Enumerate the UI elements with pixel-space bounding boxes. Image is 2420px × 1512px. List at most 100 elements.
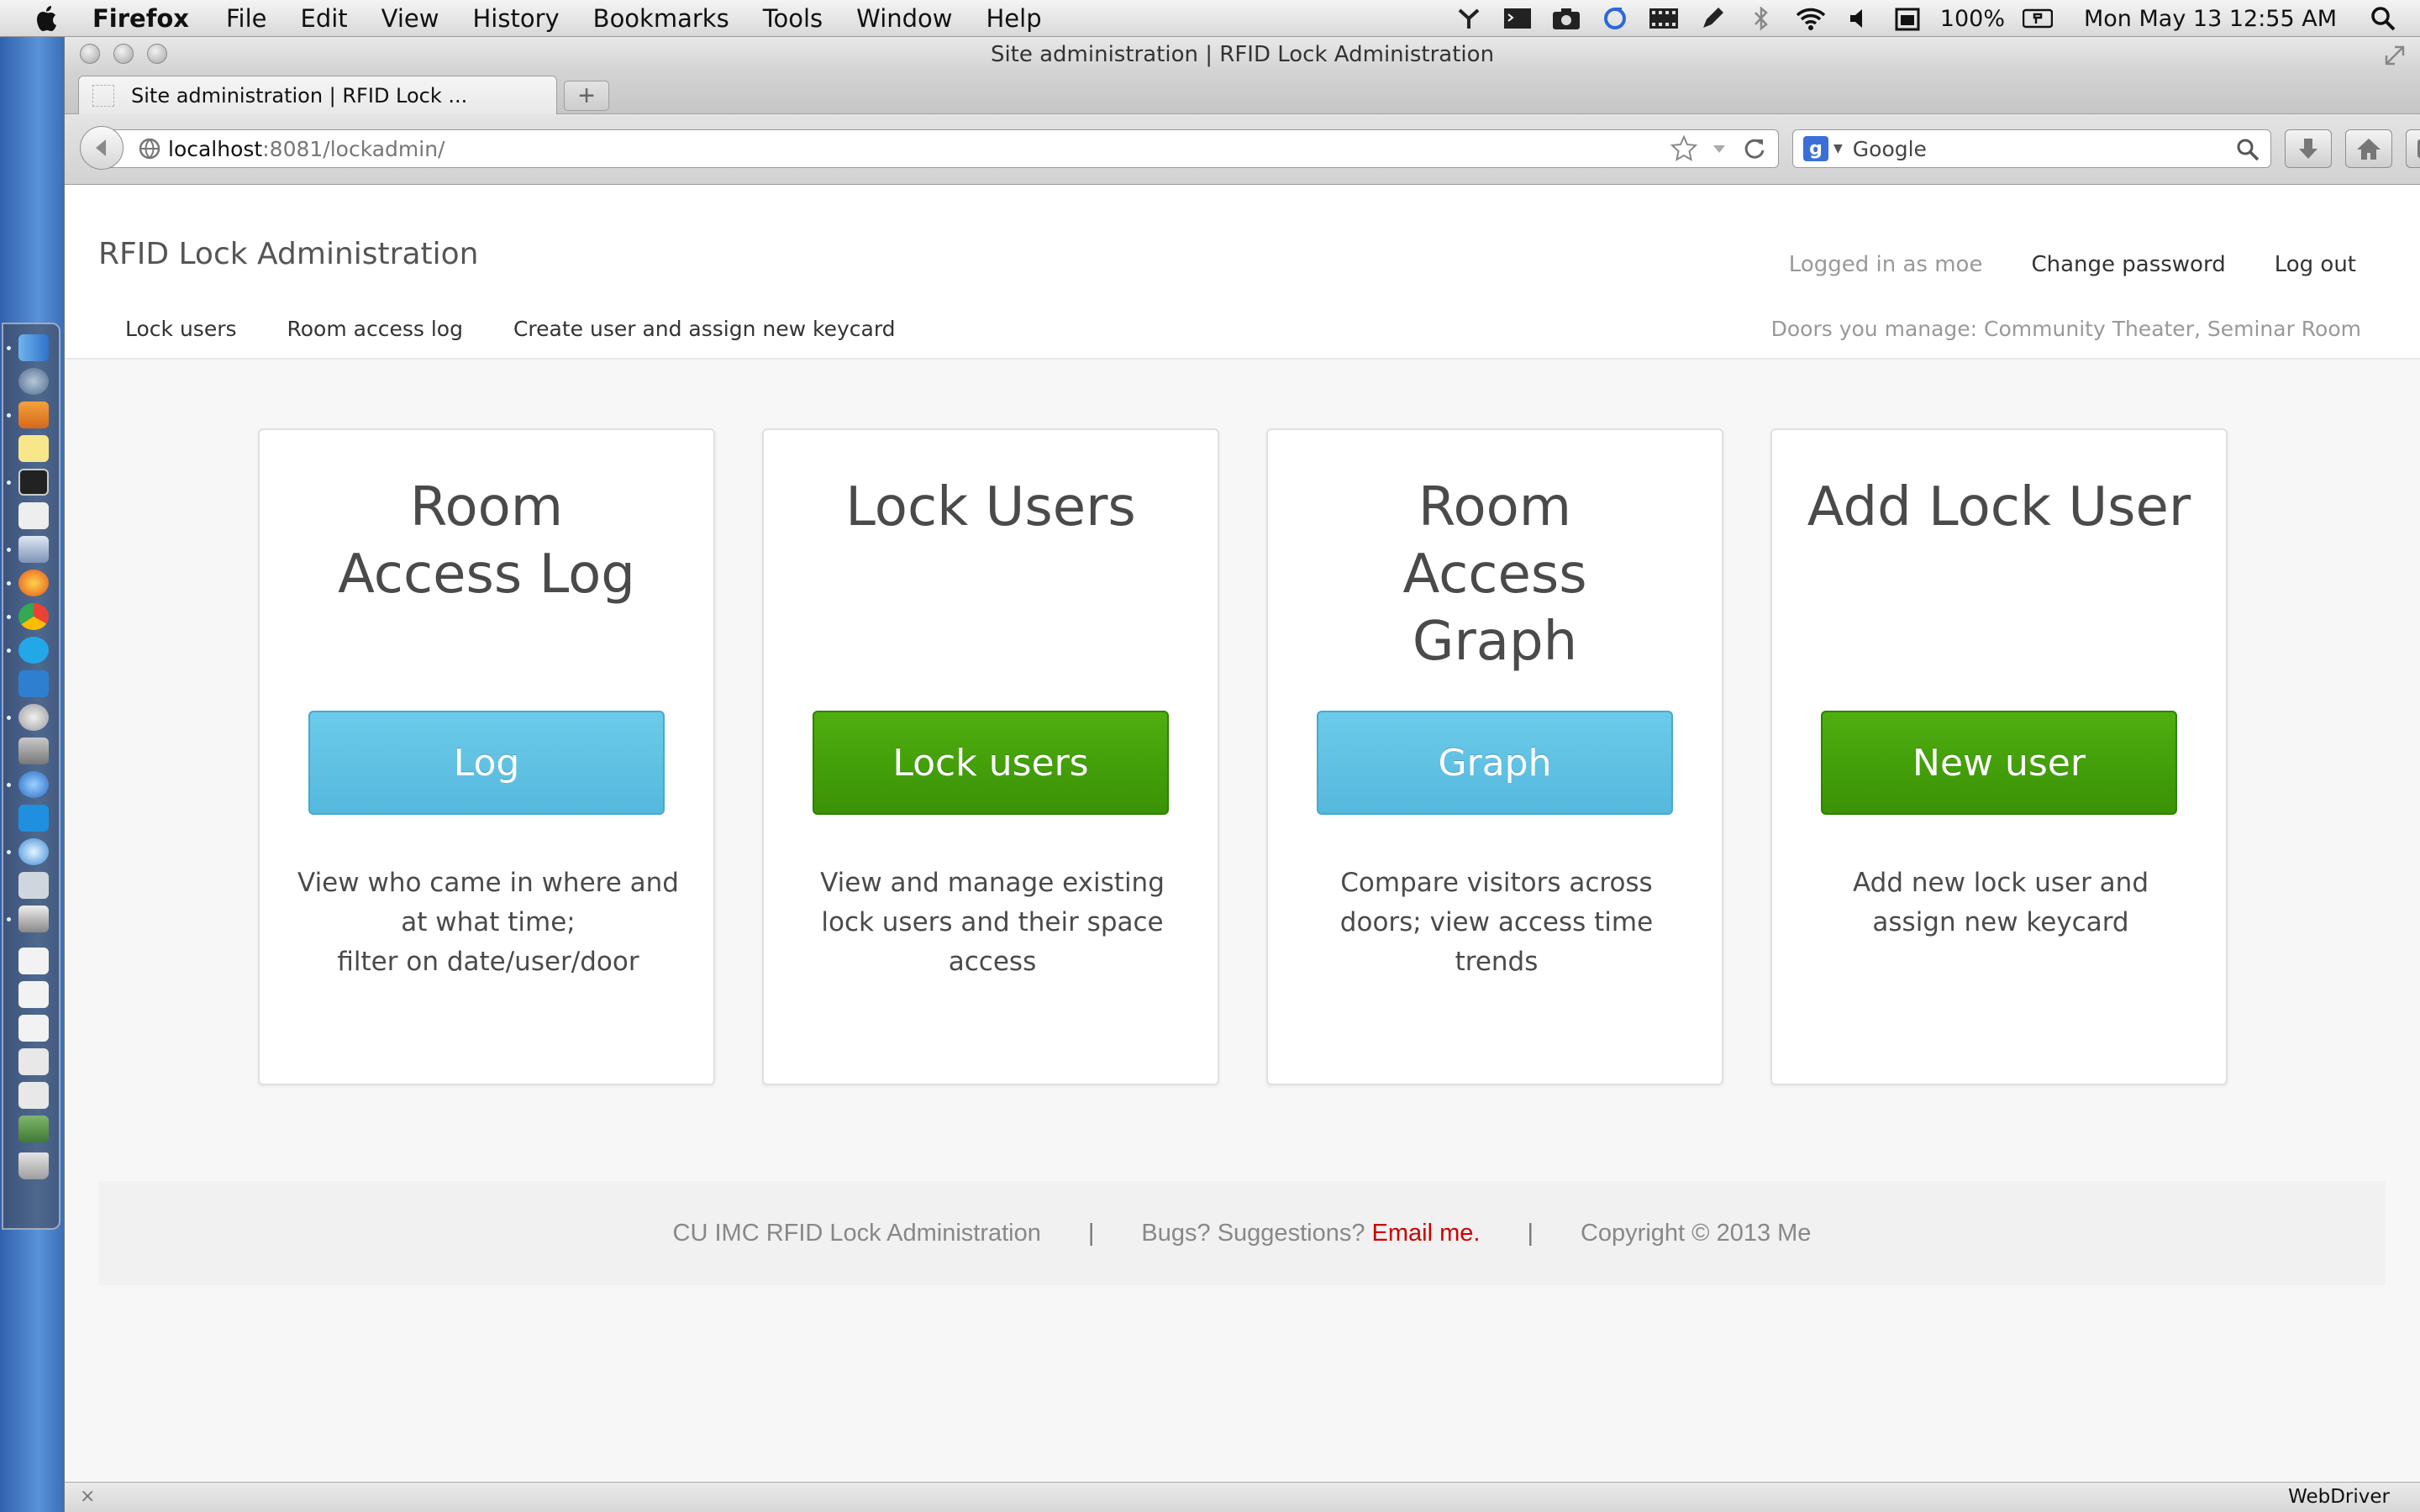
bookmarks-menu-button[interactable] [2406,129,2420,168]
apple-icon[interactable] [30,2,64,35]
card-description: View and manage existing lock users and … [789,864,1196,982]
bookmark-star-icon[interactable] [1670,135,1697,162]
new-user-button[interactable]: New user [1821,711,2177,815]
stack-icon[interactable] [18,1048,49,1075]
browser-window: Site administration | RFID Lock Administ… [64,37,2420,1512]
terminal-dock-icon[interactable] [18,469,49,496]
close-addon-bar-icon[interactable]: × [80,1486,95,1507]
skype-icon[interactable] [18,637,49,664]
menu-edit[interactable]: Edit [301,4,348,33]
bluetooth-icon[interactable] [1746,6,1776,31]
volume-icon[interactable] [1844,6,1874,31]
site-brand[interactable]: RFID Lock Administration [98,237,478,271]
search-icon[interactable] [2235,137,2260,162]
menu-help[interactable]: Help [986,4,1042,33]
logout-link[interactable]: Log out [2275,252,2356,277]
downloads-button[interactable] [2285,129,2332,168]
close-window-button[interactable] [80,44,100,64]
menu-history[interactable]: History [473,4,560,33]
sync-icon[interactable] [1600,6,1630,31]
battery-icon[interactable] [2022,6,2053,31]
card-description: View who came in where and at what time;… [285,864,692,982]
reload-icon[interactable] [1741,135,1768,162]
menu-file[interactable]: File [226,4,267,33]
url-path: :8081/lockadmin/ [262,136,445,161]
document-icon[interactable] [18,948,49,974]
card-room-access-log: Room Access Log Log View who came in whe… [258,428,715,1085]
url-bar[interactable]: localhost:8081/lockadmin/ [107,129,1779,168]
menu-tools[interactable]: Tools [763,4,823,33]
card-description: Compare visitors across doors; view acce… [1293,864,1700,982]
tab-site-administration[interactable]: Site administration | RFID Lock ... [78,76,557,114]
managed-doors-text: Doors you manage: Community Theater, Sem… [1770,317,2361,341]
card-lock-users: Lock Users Lock users View and manage ex… [762,428,1219,1085]
zoom-window-button[interactable] [147,44,167,64]
email-me-link[interactable]: Email me. [1372,1220,1481,1247]
card-title: Room Access Graph [1402,476,1587,673]
home-icon [2357,139,2381,160]
clock[interactable]: Mon May 13 12:55 AM [2084,6,2337,32]
finder-icon[interactable] [18,334,49,361]
dock [2,323,60,1230]
spotlight-icon[interactable] [2368,6,2398,31]
fullscreen-icon[interactable] [2383,44,2407,67]
menu-app-firefox[interactable]: Firefox [92,4,189,33]
network-icon[interactable] [18,670,49,697]
film-icon[interactable] [1649,6,1679,31]
lock-users-button[interactable]: Lock users [813,711,1169,815]
site-identity-icon[interactable] [138,137,161,160]
main-nav: Lock users Room access log Create user a… [125,317,946,341]
new-tab-button[interactable]: + [564,81,609,111]
home-button[interactable] [2345,129,2392,168]
script-icon[interactable] [18,906,49,932]
pen-icon[interactable] [1697,6,1728,31]
trash-icon[interactable] [18,1152,49,1179]
nav-lock-users[interactable]: Lock users [125,317,237,341]
logged-in-text: Logged in as moe [1788,252,1983,277]
system-prefs-icon[interactable] [18,368,49,395]
engine-dropdown-icon[interactable]: ▼ [1833,142,1843,155]
document-icon-3[interactable] [18,1015,49,1042]
automator-icon[interactable] [18,738,49,764]
itunes-icon[interactable] [18,771,49,798]
time-machine-icon[interactable] [18,838,49,865]
nav-create-user[interactable]: Create user and assign new keycard [513,317,896,341]
stack-icon-2[interactable] [18,1082,49,1109]
document-icon-2[interactable] [18,981,49,1008]
menu-view[interactable]: View [381,4,439,33]
firefox-dock-icon[interactable] [18,570,49,596]
camera-icon[interactable] [1551,6,1581,31]
wifi-icon[interactable] [1795,6,1825,31]
app-icon[interactable] [18,402,49,428]
minimize-window-button[interactable] [113,44,134,64]
calendar-icon[interactable] [1892,6,1923,31]
card-title: Add Lock User [1807,476,2191,538]
nav-room-access-log[interactable]: Room access log [287,317,463,341]
window-titlebar: Site administration | RFID Lock Administ… [65,37,2420,72]
url-dropdown-icon[interactable] [1706,135,1733,162]
search-bar[interactable]: g ▼ Google [1792,129,2271,168]
fork-icon[interactable] [1454,6,1484,31]
log-button[interactable]: Log [308,711,665,815]
chrome-icon[interactable] [18,603,49,630]
disk-utility-icon[interactable] [18,704,49,731]
preview-icon[interactable] [18,536,49,563]
stack-icon-3[interactable] [18,1116,49,1142]
audio-icon[interactable] [18,805,49,832]
tab-title: Site administration | RFID Lock ... [131,83,468,108]
menu-window[interactable]: Window [856,4,952,33]
menu-bookmarks[interactable]: Bookmarks [593,4,729,33]
change-password-link[interactable]: Change password [2031,252,2225,277]
back-button[interactable] [80,126,124,170]
menu-extras: 100% Mon May 13 12:55 AM [1444,0,2420,37]
card-desc-line: View who came in where and at what time; [297,868,679,937]
google-engine-icon[interactable]: g [1803,136,1828,161]
card-add-lock-user: Add Lock User New user Add new lock user… [1770,428,2228,1085]
notes-icon[interactable] [18,435,49,462]
utility-icon[interactable] [18,872,49,899]
card-description: Add new lock user and assign new keycard [1797,864,2204,942]
navigation-toolbar: localhost:8081/lockadmin/ g ▼ Google [65,114,2420,185]
text-editor-icon[interactable] [18,502,49,529]
terminal-icon[interactable] [1502,6,1533,31]
graph-button[interactable]: Graph [1317,711,1673,815]
